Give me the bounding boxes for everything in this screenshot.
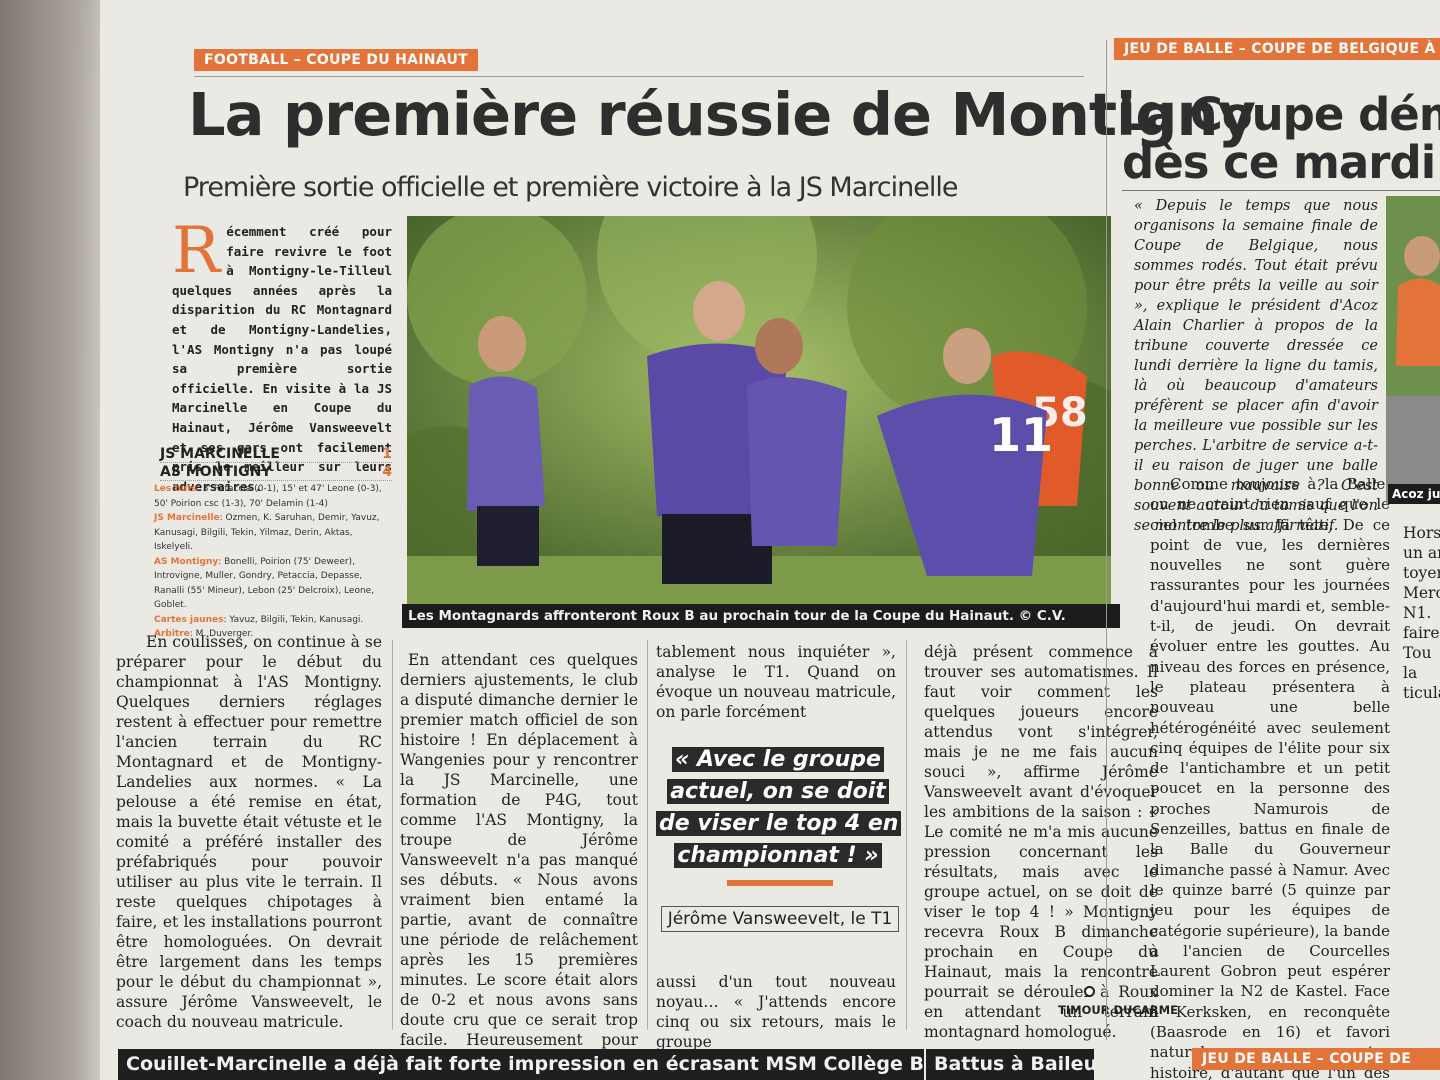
montigny-label: AS Montigny (154, 556, 219, 567)
article-column-4: déjà présent commence à trouver ses auto… (924, 642, 1158, 1042)
cut-text-line: la (1403, 664, 1418, 682)
photo-caption: Les Montagnards affronteront Roux B au p… (402, 604, 1120, 628)
section-kicker: FOOTBALL – COUPE DU HAINAUT (194, 49, 479, 71)
article-divider (1106, 40, 1107, 1040)
column-2-text: En attendant ces quelques derniers ajust… (400, 651, 638, 1080)
bottom-kicker-right: JEU DE BALLE – COUPE DE (1192, 1048, 1440, 1070)
cards-line: Cartes jaunes: Yavuz, Bilgili, Tekin, Ka… (154, 613, 394, 628)
article-column-2: En attendant ces quelques derniers ajust… (400, 650, 638, 1080)
right-headline-rule (1122, 190, 1440, 191)
right-photo-illustration (1386, 196, 1440, 504)
cut-text-line: un an (1403, 544, 1440, 562)
article-subheadline: Première sortie officielle et première v… (183, 172, 958, 203)
pull-quote: « Avec le groupe actuel, on se doit de v… (656, 744, 902, 872)
cut-text-line: Tou (1403, 644, 1432, 662)
right-photo-caption: Acoz ju (1388, 484, 1440, 504)
right-headline-line-1: La Coupe dém (1118, 88, 1440, 141)
right-column-b-text: Comme toujours à la Balle, on ne craint … (1150, 475, 1390, 1080)
article-column-1: En coulisses, on continue à se préparer … (116, 632, 382, 1032)
end-of-article-icon (1084, 986, 1095, 997)
score-home: JS MARCINELLE 1 (160, 446, 392, 463)
column-divider (647, 640, 648, 1030)
quote-author: Jérôme Vansweevelt, le T1 (661, 906, 899, 932)
cut-text-line: toyen (1403, 564, 1440, 582)
team-photo-illustration: 58 11 (407, 216, 1111, 608)
cut-text-line: ticula (1403, 684, 1440, 702)
column-3-bottom-text: aussi d'un tout nouveau noyau… « J'atten… (656, 973, 896, 1051)
right-section-kicker: JEU DE BALLE – COUPE DE BELGIQUE À ACOZ (1114, 38, 1440, 60)
column-4-text: déjà présent commence à trouver ses auto… (924, 643, 1158, 1041)
goals-label: Les buts (154, 484, 197, 494)
away-team: AS MONTIGNY (160, 464, 272, 480)
article-column-3-bottom: aussi d'un tout nouveau noyau… « J'atten… (656, 972, 896, 1052)
article-column-3-top: tablement nous inquiéter », analyse le T… (656, 642, 896, 722)
article-headline: La première réussie de Montigny (188, 80, 1256, 149)
kicker-rule (194, 76, 1084, 77)
drop-cap: R (172, 214, 221, 288)
marcinelle-line: JS Marcinelle: Ozmen, K. Saruhan, Demir,… (154, 511, 394, 555)
cut-text-line: faire (1403, 624, 1440, 642)
bottom-teaser-left: Couillet-Marcinelle a déjà fait forte im… (118, 1049, 924, 1080)
cards-text: : Yavuz, Bilgili, Tekin, Kanusagi. (223, 614, 364, 625)
team-photo: 58 11 (407, 216, 1111, 608)
column-divider (906, 640, 907, 1030)
newspaper-page: FOOTBALL – COUPE DU HAINAUT La première … (0, 0, 1440, 1080)
cards-label: Cartes jaunes (154, 614, 224, 625)
pull-quote-text: « Avec le groupe actuel, on se doit de v… (656, 747, 902, 868)
right-headline-line-2: dès ce mardi (1122, 136, 1436, 189)
cut-text-line: N1. (1403, 604, 1432, 622)
score-away: AS MONTIGNY 4 (160, 464, 392, 481)
cut-text-line: Hors d (1403, 524, 1440, 542)
home-score: 1 (382, 446, 392, 462)
home-team: JS MARCINELLE (160, 446, 280, 462)
marcinelle-label: JS Marcinelle (154, 513, 220, 523)
quote-accent-bar (727, 880, 833, 886)
column-3-top-text: tablement nous inquiéter », analyse le T… (656, 643, 896, 721)
column-divider (392, 640, 393, 1030)
right-column-b: Comme toujours à la Balle, on ne craint … (1150, 474, 1390, 1080)
column-1-text: En coulisses, on continue à se préparer … (116, 633, 382, 1031)
match-details: Les buts: 3' Petaccia (0-1), 15' et 47' … (154, 482, 394, 642)
goals-line: Les buts: 3' Petaccia (0-1), 15' et 47' … (154, 482, 394, 511)
right-photo (1386, 196, 1440, 504)
away-score: 4 (382, 464, 392, 480)
cut-text-line: Merc (1403, 584, 1440, 602)
svg-text:11: 11 (989, 408, 1053, 462)
montigny-line: AS Montigny: Bonelli, Poirion (75' Dewee… (154, 555, 394, 613)
bottom-teaser-middle: Battus à Baileux (926, 1049, 1094, 1080)
